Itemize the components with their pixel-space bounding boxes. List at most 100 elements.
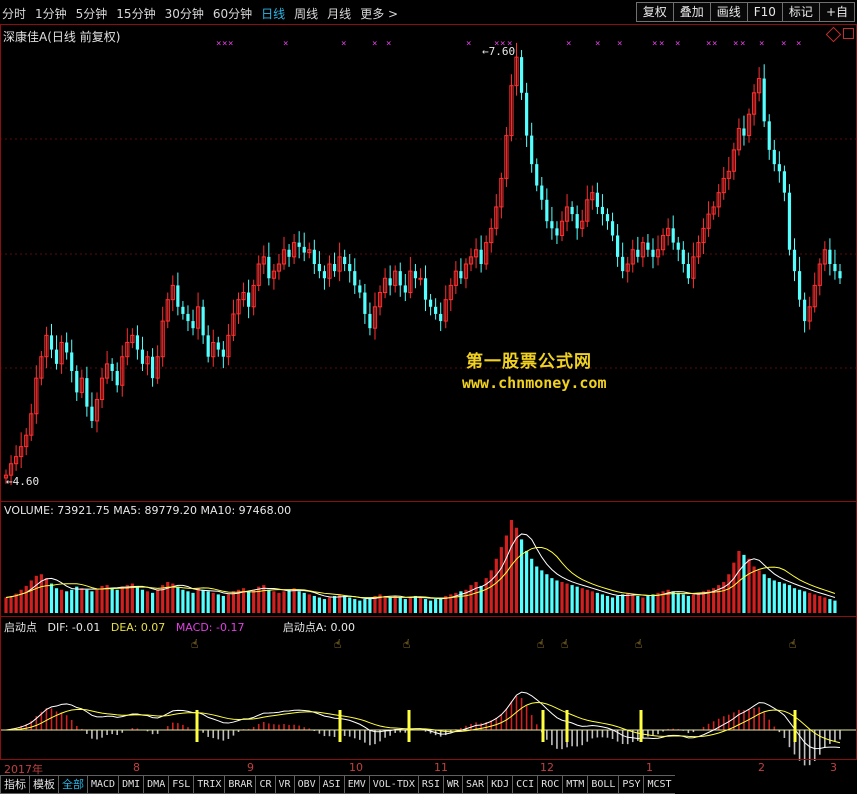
volume-bar [691,594,696,613]
candle-body [176,285,180,307]
volume-bar [140,589,145,613]
candle-body [575,214,579,229]
volume-bar [525,551,529,613]
volume-bar [519,539,524,613]
hand-pointer-icon: ☝ [537,637,544,651]
indicator-tab-全部[interactable]: 全部 [58,775,87,794]
volume-bar [49,583,54,613]
indicator-tab-sar[interactable]: SAR [462,775,488,794]
volume-bar [312,595,316,613]
volume-bar [676,592,680,613]
start-signal-bar [639,710,643,742]
dif-value: DIF: -0.01 [47,621,101,634]
volume-bar [191,592,195,613]
indicator-tab-dmi[interactable]: DMI [118,775,144,794]
signal-marker: × [652,39,657,49]
indicator-tab-指标[interactable]: 指标 [0,775,29,794]
volume-bar [681,594,685,613]
candle-body [363,292,367,314]
signal-marker: × [733,39,738,49]
volume-bar [494,558,498,613]
volume-bar [757,570,761,613]
indicator-tab-mcst[interactable]: MCST [643,775,675,794]
indicator-tab-trix[interactable]: TRIX [193,775,225,794]
volume-bar [29,580,33,613]
time-label-7: 2 [758,761,765,774]
volume-bar [135,586,140,613]
indicator-tab-boll[interactable]: BOLL [587,775,619,794]
volume-bar [287,589,291,613]
watermark-url: www.chnmoney.com [462,374,607,392]
volume-bar [696,592,701,613]
signal-marker: × [228,39,233,49]
signal-marker: × [386,39,391,49]
time-label-2: 9 [247,761,254,774]
volume-bar [550,578,554,613]
candle-body [297,242,301,247]
candle-body [358,285,362,293]
indicator-tab-fsl[interactable]: FSL [168,775,194,794]
indicator-tab-wr[interactable]: WR [442,775,463,794]
candle-body [434,306,438,314]
watermark-title: 第一股票公式网 [466,352,592,372]
volume-bar [166,582,170,613]
signal-value: 启动点A: 0.00 [282,621,355,634]
indicator-tab-asi[interactable]: ASI [318,775,344,794]
volume-bar [368,597,372,613]
time-axis: 2017年 8 9 10 11 12 1 2 3 [0,759,857,776]
candle-body [398,271,402,286]
square-icon[interactable] [843,28,854,39]
indicator-tab-obv[interactable]: OBV [293,775,319,794]
volume-bar [423,599,428,613]
indicator-tab-dma[interactable]: DMA [143,775,169,794]
volume-bar [156,589,160,613]
candle-body [247,292,251,307]
volume-bar [469,585,473,613]
volume-bar [489,570,493,613]
hand-pointer-icon: ☝ [191,637,198,651]
volume-bar [787,585,792,613]
volume-bar [95,589,99,613]
volume-bar [570,585,574,613]
indicator-tab-emv[interactable]: EMV [343,775,369,794]
start-signal-bar [195,710,199,742]
time-label-8: 3 [830,761,837,774]
candle-body [550,221,554,229]
indicator-tab-模板[interactable]: 模板 [29,775,58,794]
candle-body [439,313,443,322]
indicator-tab-cr[interactable]: CR [255,775,275,794]
volume-bar [186,591,190,613]
volume-bar [403,599,407,613]
indicator-tab-mtm[interactable]: MTM [562,775,588,794]
candle-body [787,192,792,250]
candle-body [681,249,685,264]
candle-body [782,171,786,193]
indicator-tab-macd[interactable]: MACD [87,775,119,794]
volume-bar [85,589,89,613]
stock-chart[interactable]: × × × × × × × × × × × × × × × × × × × × × × × ×☝ ☝ ☝ ☝ ☝ ☝ ☝ [0,0,857,794]
volume-bar [818,595,822,613]
volume-bar [651,594,655,613]
volume-bar [671,591,675,613]
indicator-tab-psy[interactable]: PSY [618,775,644,794]
indicator-tab-rsi[interactable]: RSI [417,775,443,794]
candle-body [616,235,620,257]
candle-body [777,164,781,172]
indicator-tab-vr[interactable]: VR [274,775,294,794]
indicator-tab-vol-tdx[interactable]: VOL-TDX [368,775,418,794]
candle-body [646,242,650,250]
candle-body [140,349,145,364]
volume-bar [150,592,155,613]
indicator-tab-kdj[interactable]: KDJ [487,775,513,794]
ma-line [5,691,841,750]
indicator-tab-cci[interactable]: CCI [512,775,538,794]
candle-body [828,249,832,264]
volume-bar [9,595,13,613]
signal-marker: × [466,39,471,49]
indicator-tab-brar[interactable]: BRAR [224,775,256,794]
volume-bar [343,595,347,613]
indicator-tab-roc[interactable]: ROC [537,775,563,794]
candle-body [428,299,433,307]
candle-body [772,149,776,165]
candle-body [762,78,766,122]
